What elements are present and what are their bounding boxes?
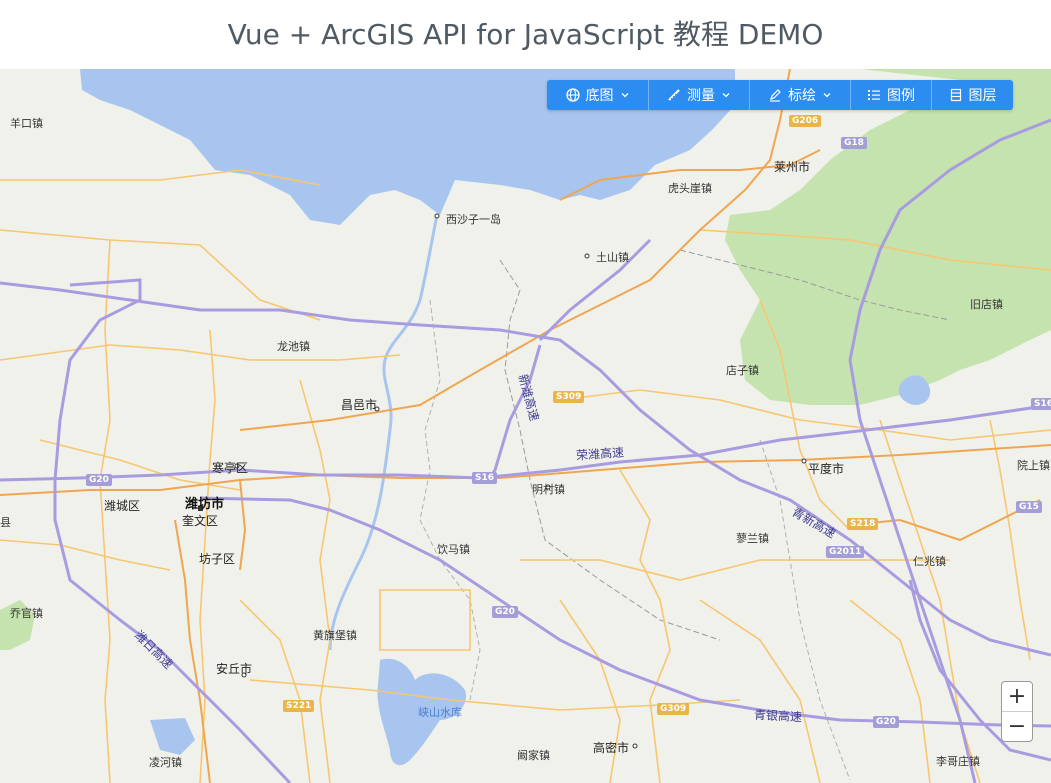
place-label: 昌邑市	[341, 398, 378, 412]
globe-icon	[565, 88, 580, 102]
map-toolbar: 底图 测量 标绘 图例 图层	[547, 80, 1013, 110]
route-shield: S309	[553, 391, 585, 403]
place-label: 凌河镇	[149, 756, 182, 769]
place-label: 院上镇	[1017, 459, 1050, 472]
measure-label: 测量	[687, 88, 715, 104]
place-label: 阚家镇	[517, 749, 550, 762]
place-label: 黄旗堡镇	[313, 629, 357, 642]
zoom-control: + −	[1001, 681, 1033, 742]
route-shield: G18	[841, 137, 867, 149]
measure-button[interactable]: 测量	[649, 80, 750, 110]
place-label: 潍坊市	[185, 497, 225, 512]
map-view[interactable]: 羊口镇 西沙子一岛 土山镇 虎头崖镇 莱州市 旧店镇 龙池镇 店子镇 昌邑市 寒…	[0, 69, 1051, 783]
chevron-down-icon	[621, 93, 628, 98]
route-shield: G309	[657, 703, 690, 715]
place-label: 店子镇	[726, 364, 759, 377]
draw-label: 标绘	[788, 88, 816, 104]
page-title: Vue + ArcGIS API for JavaScript 教程 DEMO	[227, 18, 824, 51]
place-label: 虎头崖镇	[668, 182, 712, 195]
route-shield: G2011	[826, 546, 865, 558]
place-label: 潍城区	[104, 499, 141, 513]
place-label: 明村镇	[532, 483, 565, 496]
route-shield: G20	[492, 606, 518, 618]
route-shield: G20	[86, 474, 112, 486]
route-shield: S16	[1031, 398, 1051, 410]
chevron-down-icon	[823, 93, 831, 98]
place-label: 坊子区	[199, 552, 236, 566]
chevron-down-icon	[722, 93, 730, 98]
layers-icon	[950, 88, 961, 102]
legend-label: 图例	[887, 88, 915, 104]
place-label: 高密市	[593, 741, 630, 755]
basemap-label: 底图	[585, 88, 614, 104]
route-shield: S221	[283, 700, 315, 712]
road-label: 青银高速	[753, 707, 803, 725]
place-label: 蓼兰镇	[736, 532, 769, 545]
layers-button[interactable]: 图层	[932, 80, 1013, 110]
place-label: 县	[0, 516, 11, 529]
place-label: 奎文区	[182, 514, 219, 528]
place-label: 饮马镇	[437, 543, 470, 556]
water-label: 峡山水库	[418, 706, 462, 719]
place-label: 旧店镇	[970, 298, 1003, 311]
southwest-lake	[150, 718, 195, 755]
river	[328, 214, 439, 651]
place-label: 仁兆镇	[913, 555, 946, 568]
place-label: 龙池镇	[277, 340, 310, 353]
place-label: 寒亭区	[212, 461, 249, 475]
place-label: 平度市	[808, 462, 845, 476]
route-shield: S16	[472, 472, 498, 484]
place-label: 羊口镇	[10, 117, 43, 130]
list-icon	[868, 90, 880, 100]
place-label: 土山镇	[596, 251, 629, 264]
route-shield: G206	[789, 115, 822, 127]
basemap-button[interactable]: 底图	[547, 80, 649, 110]
layers-label: 图层	[968, 88, 997, 104]
pen-icon	[770, 89, 781, 102]
place-label: 李哥庄镇	[936, 755, 980, 768]
draw-button[interactable]: 标绘	[750, 80, 851, 110]
legend-button[interactable]: 图例	[851, 80, 932, 110]
place-label: 乔官镇	[10, 607, 43, 620]
map-basemap[interactable]	[0, 69, 1051, 783]
zoom-out-button[interactable]: −	[1002, 711, 1032, 741]
route-shield: G15	[1016, 501, 1042, 513]
route-shield: G20	[873, 716, 899, 728]
zoom-in-button[interactable]: +	[1002, 682, 1032, 711]
place-label: 莱州市	[774, 160, 811, 174]
ruler-icon	[668, 89, 680, 101]
place-label: 西沙子一岛	[446, 213, 501, 226]
place-label: 安丘市	[216, 662, 253, 676]
route-shield: S218	[847, 518, 879, 530]
road-label: 荣潍高速	[575, 445, 625, 463]
